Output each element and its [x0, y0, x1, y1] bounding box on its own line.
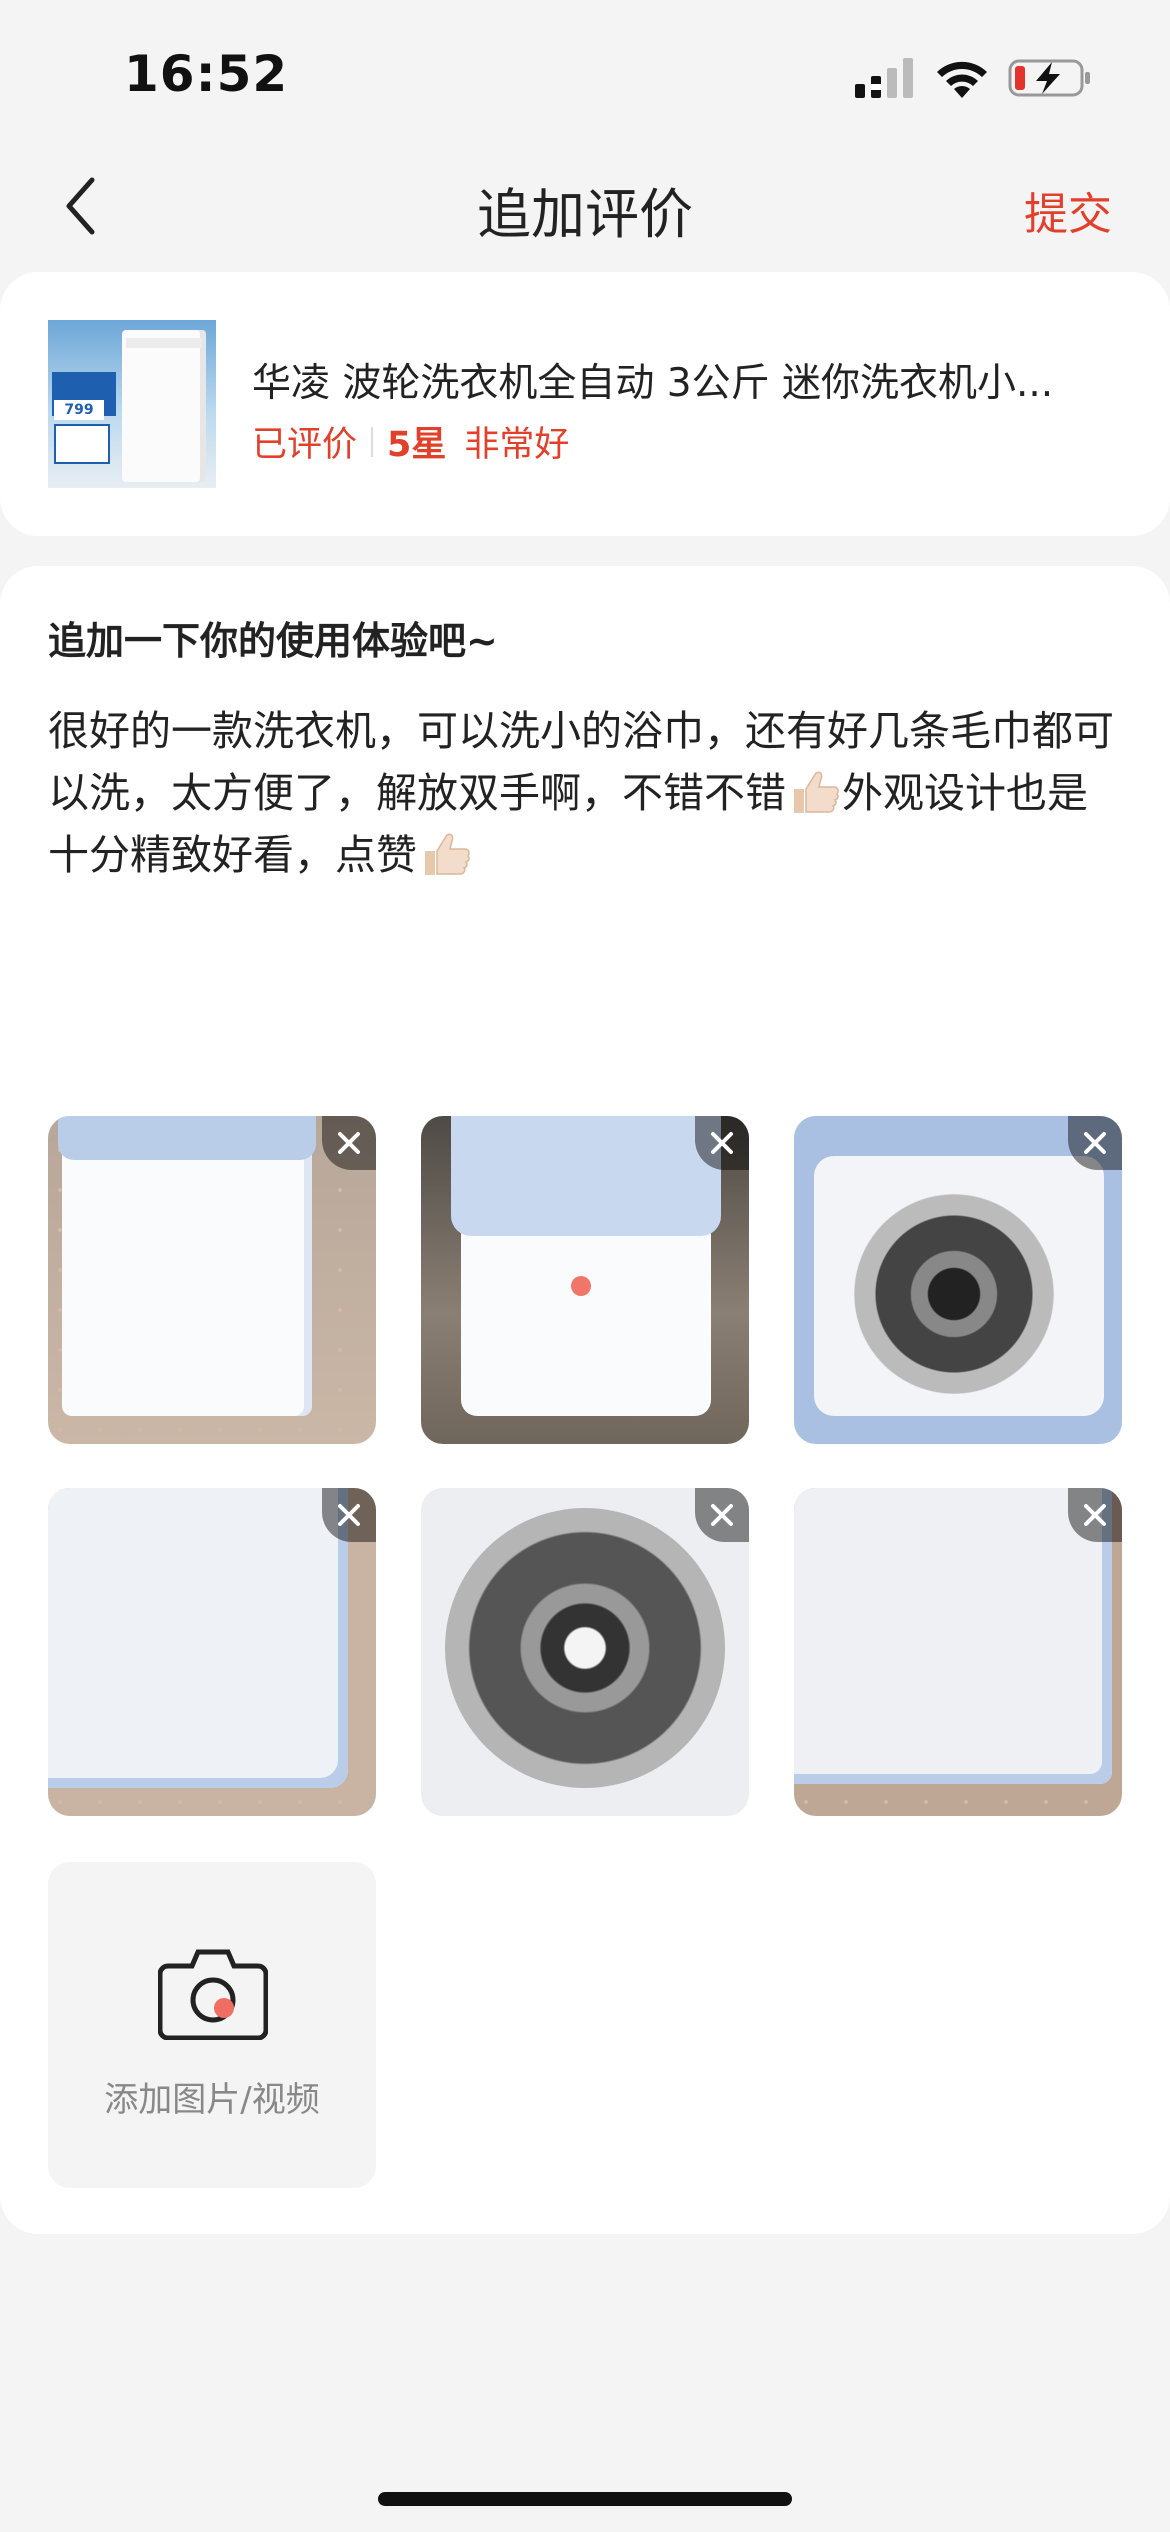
- remove-photo-button[interactable]: [322, 1116, 376, 1170]
- photo-washing-machine-lid: [451, 1116, 721, 1236]
- review-text-area[interactable]: 很好的一款洗衣机，可以洗小的浴巾，还有好几条毛巾都可以洗，太方便了，解放双手啊，…: [48, 700, 1128, 886]
- review-photo[interactable]: [794, 1488, 1122, 1816]
- close-icon: [1084, 1132, 1106, 1154]
- product-card[interactable]: 799 华凌 波轮洗衣机全自动 3公斤 迷你洗衣机小... 已评价 5星 非常好: [0, 272, 1170, 536]
- thumbs-up-icon: [794, 771, 839, 813]
- product-thumbnail: 799: [48, 320, 216, 488]
- close-icon: [711, 1504, 733, 1526]
- wifi-icon: [937, 61, 987, 98]
- review-photo[interactable]: [48, 1116, 376, 1444]
- thumbnail-washing-machine: [122, 330, 206, 482]
- thumbs-up-icon: [425, 833, 470, 875]
- review-status: 已评价: [252, 425, 358, 465]
- home-indicator[interactable]: [378, 2492, 792, 2506]
- battery-charging-icon: [1008, 59, 1090, 97]
- submit-button[interactable]: 提交: [1024, 178, 1112, 242]
- status-time: 16:52: [124, 45, 289, 103]
- cellular-signal-icon: [855, 58, 913, 98]
- review-photo[interactable]: [421, 1488, 749, 1816]
- close-icon: [338, 1132, 360, 1154]
- review-photo[interactable]: [421, 1116, 749, 1444]
- photo-drum: [445, 1508, 725, 1788]
- star-rating: 5星: [387, 425, 447, 465]
- add-media-button[interactable]: 添加图片/视频: [48, 1862, 376, 2188]
- thumbnail-tag: [54, 424, 110, 464]
- review-card: 追加一下你的使用体验吧~ 很好的一款洗衣机，可以洗小的浴巾，还有好几条毛巾都可以…: [0, 566, 1170, 2234]
- status-bar: 16:52: [0, 0, 1170, 150]
- review-photo[interactable]: [48, 1488, 376, 1816]
- remove-photo-button[interactable]: [695, 1488, 749, 1542]
- photo-washing-machine-lid: [48, 1488, 348, 1788]
- photo-washing-machine-lid: [58, 1116, 316, 1160]
- navigation-bar: 追加评价 提交: [0, 150, 1170, 262]
- page-title: 追加评价: [477, 183, 693, 246]
- close-icon: [338, 1504, 360, 1526]
- photo-washing-machine-lid: [794, 1488, 1112, 1784]
- add-media-label: 添加图片/视频: [104, 2080, 320, 2120]
- photo-washing-machine: [62, 1116, 312, 1416]
- photo-drum: [854, 1194, 1054, 1394]
- meta-divider: [371, 426, 374, 457]
- product-rating-meta: 已评价 5星 非常好: [252, 416, 569, 467]
- rating-text: 非常好: [464, 425, 570, 465]
- thumbnail-price: 799: [54, 400, 104, 420]
- product-title: 华凌 波轮洗衣机全自动 3公斤 迷你洗衣机小...: [252, 361, 1054, 406]
- camera-icon: [158, 1949, 268, 2040]
- review-photo[interactable]: [794, 1116, 1122, 1444]
- photo-sticker-dot: [571, 1276, 591, 1296]
- screen: 16:52 追加评价 提交 799 华凌 波轮洗衣机全自动 3公斤 迷你洗衣机小…: [0, 0, 1170, 2532]
- close-icon: [711, 1132, 733, 1154]
- review-prompt: 追加一下你的使用体验吧~: [48, 619, 498, 663]
- close-icon: [1084, 1504, 1106, 1526]
